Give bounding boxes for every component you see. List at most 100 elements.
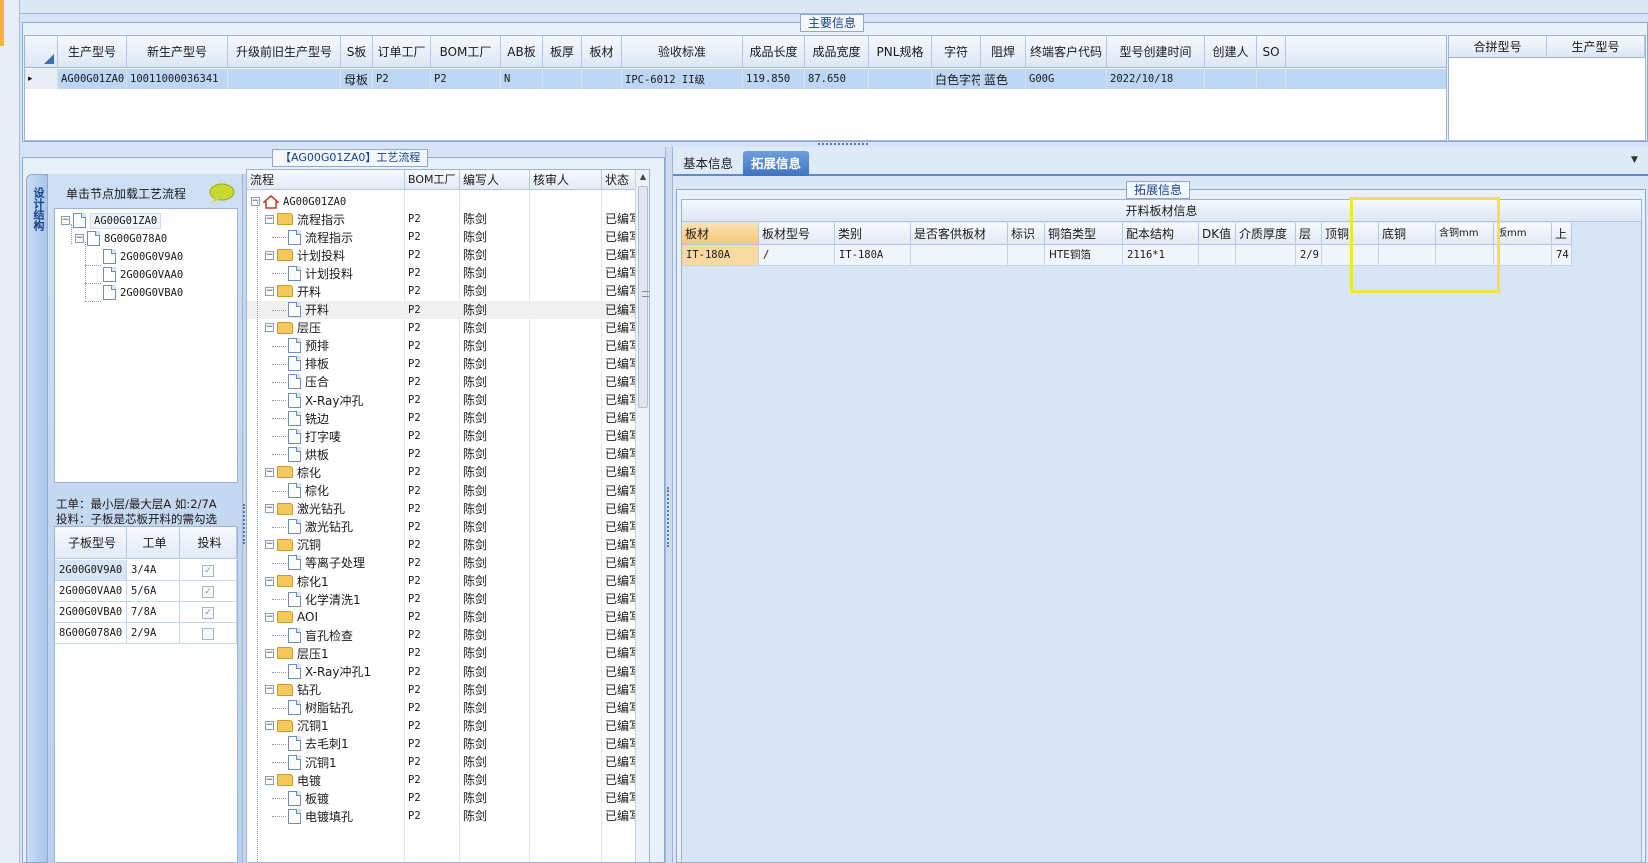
flow-row[interactable]: − 开料 P2 陈剑 已编写 [247,282,635,300]
flow-row[interactable]: 流程指示 P2 陈剑 已编写 [247,228,635,246]
collapse-icon[interactable]: − [265,214,274,224]
col-header[interactable]: 合拼型号 [1449,36,1547,57]
cell[interactable]: 87.650 [805,69,869,89]
cell[interactable]: 10011000036341 [127,69,228,89]
structure-node-leaf[interactable]: 2G00G0VAA0 [103,265,183,284]
sub-board-model[interactable]: 2G00G0V9A0 [55,560,127,581]
material-cell[interactable]: IT-180A [682,245,759,266]
flow-row[interactable]: 排板 P2 陈剑 已编写 [247,355,635,373]
material-cell[interactable] [911,245,1008,266]
sub-board-order[interactable]: 2/9A [127,623,180,644]
sub-board-feed-cell[interactable]: ✓ [180,602,237,623]
cell[interactable]: P2 [373,69,431,89]
material-cell[interactable]: / [759,245,835,266]
main-info-row[interactable]: ▸ AG00G01ZA0 10011000036341 母板 P2 P2 N I… [25,69,1446,89]
col-header[interactable]: 新生产型号 [127,36,228,67]
flow-row[interactable]: − 层压1 P2 陈剑 已编写 [247,644,635,662]
structure-node-child[interactable]: − 8G00G078A0 [75,229,167,248]
flow-row[interactable]: 盲孔检查 P2 陈剑 已编写 [247,626,635,644]
cell[interactable] [228,69,341,89]
row-selector-header[interactable] [25,36,58,67]
material-cell[interactable]: IT-180A [835,245,911,266]
cell[interactable]: 蓝色 [981,69,1026,89]
col-header[interactable]: 成品长度 [743,36,805,67]
col-header[interactable]: 生产型号 [1547,36,1645,57]
sub-board-feed-cell[interactable]: ✓ [180,581,237,602]
col-header[interactable]: 层 [1296,223,1322,245]
col-header[interactable]: 板材型号 [759,223,835,245]
collapse-icon[interactable]: − [265,648,274,658]
collapse-icon[interactable]: − [75,234,84,243]
cell[interactable]: 119.850 [743,69,805,89]
col-header[interactable]: 配本结构 [1123,223,1199,245]
structure-node-root[interactable]: − AG00G01ZA0 [61,211,162,230]
sub-board-feed-cell[interactable] [180,623,237,644]
collapse-icon[interactable]: − [265,250,274,260]
col-header[interactable]: BOM工厂 [431,36,501,67]
sub-board-order[interactable]: 7/8A [127,602,180,623]
col-header[interactable]: AB板 [501,36,543,67]
col-header[interactable]: 标识 [1008,223,1045,245]
collapse-icon[interactable]: − [265,685,274,695]
flow-row[interactable]: 计划投料 P2 陈剑 已编写 [247,264,635,282]
material-cell[interactable]: HTE铜箔 [1045,245,1123,266]
flow-row[interactable]: X-Ray冲孔 P2 陈剑 已编写 [247,391,635,409]
cell[interactable] [582,69,622,89]
cell[interactable]: 白色字符 [932,69,981,89]
col-header[interactable]: DK值 [1199,223,1236,245]
collapse-icon[interactable]: − [265,504,274,514]
flow-row[interactable]: 化学清洗1 P2 陈剑 已编写 [247,590,635,608]
col-header[interactable]: SO [1257,36,1286,67]
col-header[interactable]: PNL规格 [869,36,932,67]
flow-row[interactable]: 烘板 P2 陈剑 已编写 [247,445,635,463]
flow-row[interactable]: − 钻孔 P2 陈剑 已编写 [247,681,635,699]
sub-board-order[interactable]: 3/4A [127,560,180,581]
col-header[interactable]: 型号创建时间 [1107,36,1205,67]
flow-row[interactable]: − 棕化1 P2 陈剑 已编写 [247,572,635,590]
flow-row[interactable]: 板镀 P2 陈剑 已编写 [247,789,635,807]
col-header[interactable]: 板厚 [543,36,582,67]
collapse-icon[interactable]: − [265,540,274,550]
flow-root-node[interactable]: − AG00G01ZA0 [251,192,346,211]
sub-board-model[interactable]: 2G00G0VAA0 [55,581,127,602]
collapse-icon[interactable]: − [265,775,274,785]
flow-row[interactable]: − 棕化 P2 陈剑 已编写 [247,463,635,481]
col-header[interactable]: 成品宽度 [805,36,869,67]
tab-basic-info[interactable]: 基本信息 [677,153,739,175]
collapse-icon[interactable]: − [265,612,274,622]
col-header[interactable]: 介质厚度 [1236,223,1296,245]
material-cell[interactable]: 2116*1 [1123,245,1199,266]
flow-row[interactable]: − 流程指示 P2 陈剑 已编写 [247,210,635,228]
collapse-icon[interactable]: − [61,216,70,225]
collapse-icon[interactable]: − [265,323,274,333]
col-header[interactable]: 工单 [127,527,180,559]
col-header[interactable]: 字符 [932,36,981,67]
flow-row[interactable]: 铣边 P2 陈剑 已编写 [247,409,635,427]
flow-row[interactable]: − 层压 P2 陈剑 已编写 [247,319,635,337]
row-selector-arrow[interactable]: ▸ [25,69,58,89]
col-header[interactable]: 类别 [835,223,911,245]
sub-board-order[interactable]: 5/6A [127,581,180,602]
col-header[interactable]: 流程 [247,170,405,190]
flow-row[interactable]: 压合 P2 陈剑 已编写 [247,373,635,391]
flow-row[interactable]: 开料 P2 陈剑 已编写 [247,300,635,319]
cell[interactable] [869,69,932,89]
cell[interactable]: AG00G01ZA0 [58,69,127,89]
col-header[interactable]: 铜箔类型 [1045,223,1123,245]
scroll-up-arrow-icon[interactable]: ▲ [636,170,649,184]
checked-checkbox[interactable]: ✓ [202,564,214,577]
checked-checkbox[interactable]: ✓ [202,585,214,598]
flow-row[interactable]: 去毛刺1 P2 陈剑 已编写 [247,735,635,753]
cell[interactable]: 2022/10/18 [1107,69,1205,89]
sub-board-model[interactable]: 2G00G0VBA0 [55,602,127,623]
material-cell[interactable]: 2/9 [1296,245,1322,266]
col-header[interactable]: 板材 [682,223,759,245]
collapse-icon[interactable]: − [251,197,260,206]
flow-row[interactable]: − 计划投料 P2 陈剑 已编写 [247,246,635,264]
col-header[interactable]: 升级前旧生产型号 [228,36,341,67]
flow-row[interactable]: − 沉铜1 P2 陈剑 已编写 [247,717,635,735]
col-header[interactable]: 板mm [1494,223,1552,245]
col-header[interactable]: 订单工厂 [373,36,431,67]
material-cell[interactable] [1236,245,1296,266]
vertical-tab-design-structure[interactable]: 设计结构 [26,174,48,863]
